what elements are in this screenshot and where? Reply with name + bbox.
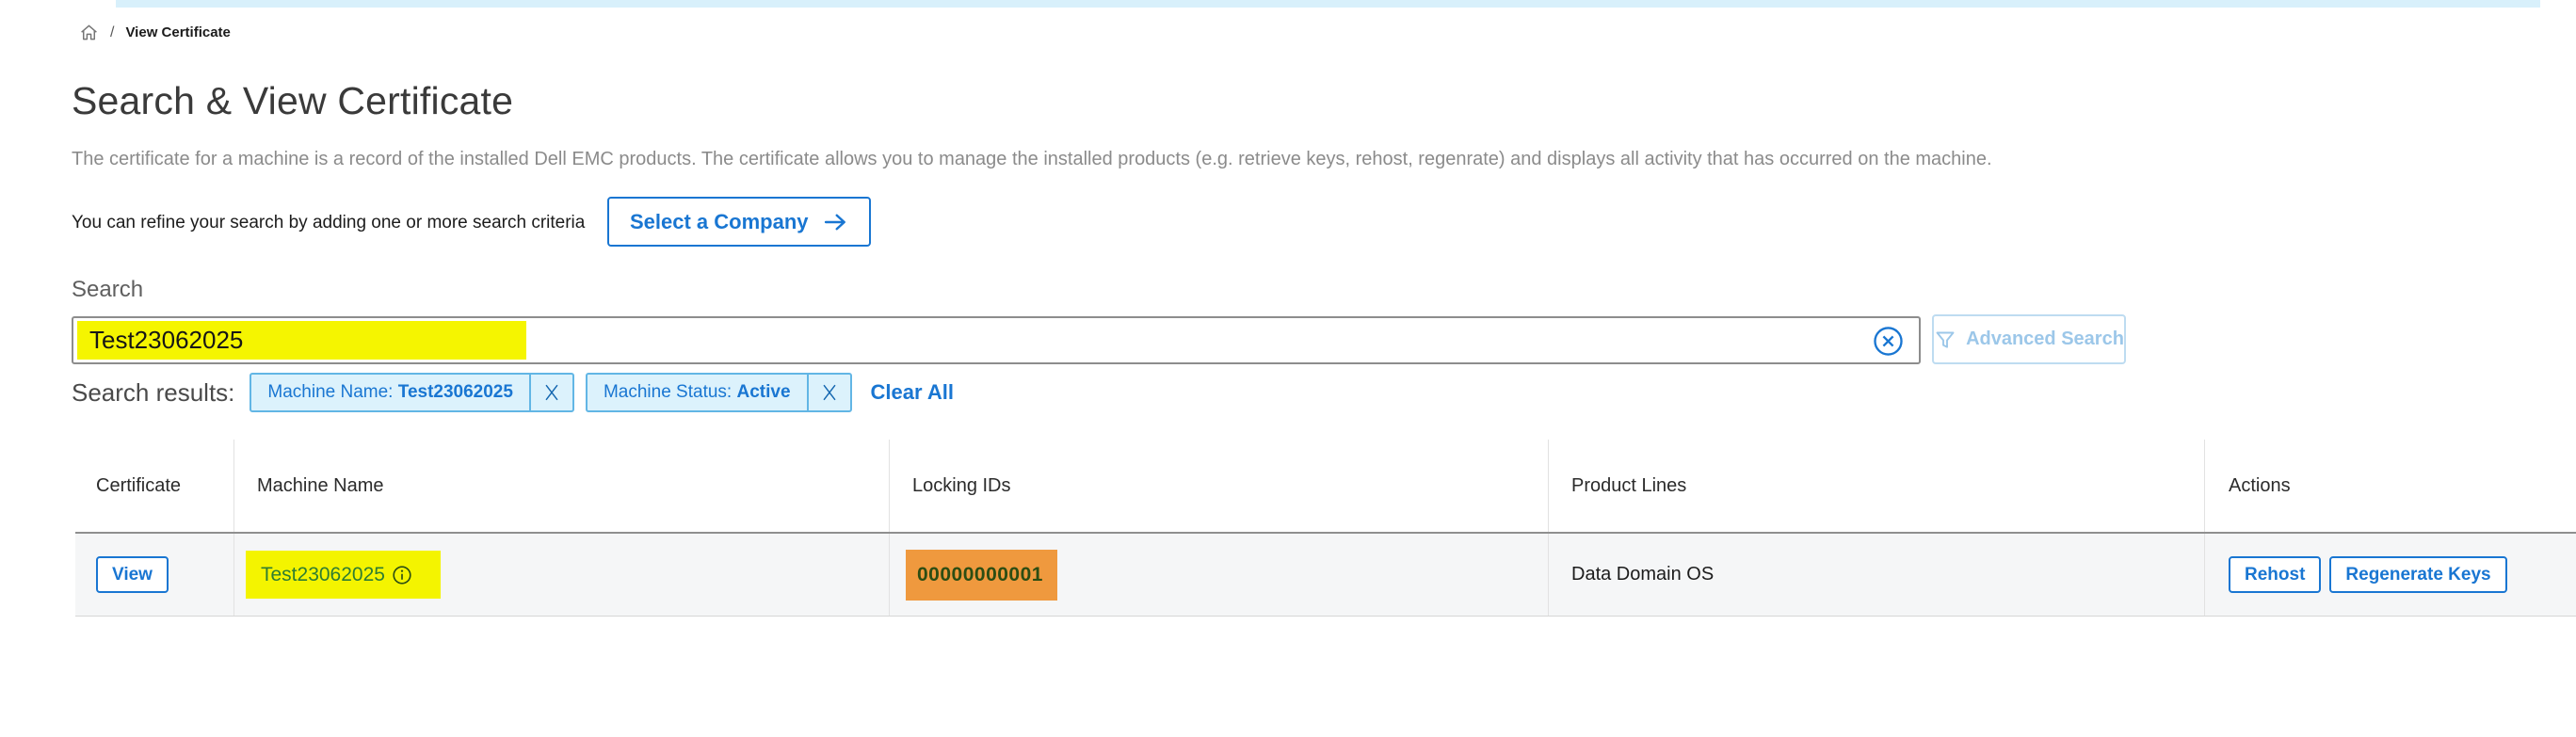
page-title: Search & View Certificate [72,79,513,123]
machine-name-cell: Test23062025 [246,551,441,599]
view-button[interactable]: View [96,556,169,593]
x-icon [819,381,840,404]
chip-machine-status-close[interactable] [807,375,850,410]
search-results-filter-row: Search results: Machine Name: Test230620… [72,373,954,412]
select-company-button[interactable]: Select a Company [607,197,871,247]
table-header-row: Certificate Machine Name Locking IDs Pro… [75,440,2576,534]
chip-machine-status-value: Active [736,382,790,403]
clear-all-link[interactable]: Clear All [871,380,954,405]
advanced-search-label: Advanced Search [1966,328,2124,350]
top-header-remnant-strip [116,0,2540,8]
info-icon[interactable] [392,565,412,585]
page-description: The certificate for a machine is a recor… [72,149,1992,170]
circle-x-icon[interactable] [1873,326,1904,357]
table-header-machine-name: Machine Name [234,440,890,532]
table-row: View Test23062025 00000000001 Data Domai… [75,534,2576,617]
search-section-label: Search [72,277,143,303]
regenerate-keys-button[interactable]: Regenerate Keys [2329,556,2506,593]
x-icon [541,381,562,404]
table-header-certificate: Certificate [75,440,234,532]
rehost-button[interactable]: Rehost [2229,556,2321,593]
search-input[interactable]: Test23062025 [72,316,1921,364]
breadcrumb-current: View Certificate [125,24,230,40]
filter-chip-machine-status: Machine Status: Active [586,373,852,412]
chip-machine-status-label: Machine Status: [604,382,737,403]
breadcrumb: / View Certificate [79,23,231,42]
breadcrumb-separator: / [110,24,114,41]
row-actions: Rehost Regenerate Keys [2229,556,2507,593]
chip-machine-name-close[interactable] [529,375,572,410]
advanced-search-button[interactable]: Advanced Search [1932,314,2126,364]
home-icon[interactable] [79,23,99,42]
table-header-actions: Actions [2205,440,2576,532]
table-header-locking-ids: Locking IDs [890,440,1549,532]
product-line-cell: Data Domain OS [1571,564,1714,585]
arrow-right-icon [822,209,848,235]
select-company-label: Select a Company [630,210,809,234]
machine-name-value: Test23062025 [261,564,385,586]
search-input-value: Test23062025 [77,321,526,360]
results-table: Certificate Machine Name Locking IDs Pro… [75,440,2576,617]
refine-search-text: You can refine your search by adding one… [72,213,585,233]
table-header-product-lines: Product Lines [1549,440,2205,532]
chip-machine-name-label: Machine Name: [267,382,397,403]
filter-chip-machine-name: Machine Name: Test23062025 [250,373,574,412]
chip-machine-name-value: Test23062025 [398,382,513,403]
locking-id-cell: 00000000001 [906,550,1057,601]
search-results-label: Search results: [72,378,234,408]
funnel-icon [1934,328,1956,351]
